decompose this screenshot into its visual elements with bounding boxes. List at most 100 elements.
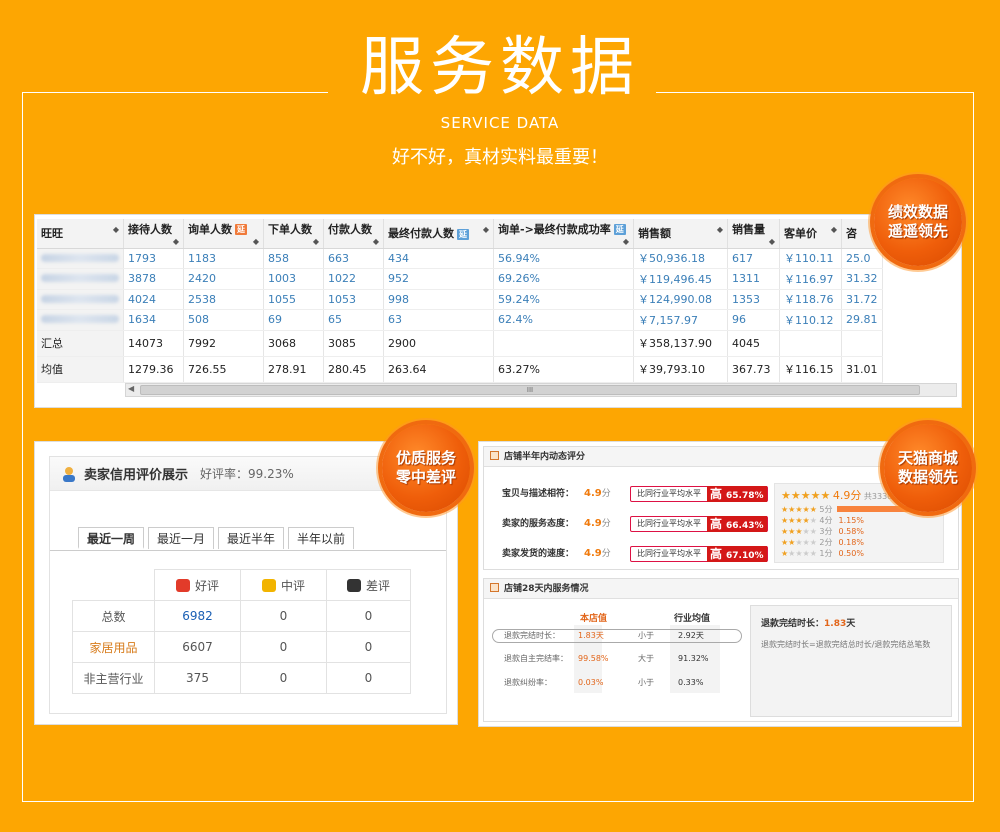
sort-icon[interactable]: ◆	[769, 237, 775, 246]
refund-box-title: 退款完结时长：1.83天	[761, 616, 941, 629]
table-cell: 663	[323, 248, 384, 269]
sort-icon[interactable]: ◆	[253, 237, 259, 246]
service-compare: 小于	[638, 631, 654, 640]
table-cell: 278.91	[263, 356, 324, 383]
table-cell: 7992	[183, 330, 264, 357]
table-cell	[841, 330, 883, 357]
table-cell: 63.27%	[493, 356, 634, 383]
star-score: 4.9分	[833, 489, 862, 502]
high-label: 高	[710, 517, 723, 531]
seal-text-line2: 数据领先	[897, 468, 958, 486]
table-cell: ￥39,793.10	[633, 356, 728, 383]
score-value: 4.9	[584, 488, 602, 499]
seller-icon	[63, 466, 75, 482]
neutral-count: 0	[240, 631, 327, 663]
sort-icon[interactable]: ◆	[483, 225, 489, 234]
table-cell: 62.4%	[493, 309, 634, 331]
table-cell: ￥358,137.90	[633, 330, 728, 357]
sort-icon[interactable]: ◆	[113, 225, 119, 234]
compare-badge: 比同行业平均水平高 65.78%	[630, 486, 768, 502]
sort-icon[interactable]: ◆	[373, 237, 379, 246]
compare-text: 比同行业平均水平	[637, 489, 701, 498]
sort-icon[interactable]: ◆	[831, 225, 837, 234]
tab-last-month[interactable]: 最近一月	[148, 527, 215, 549]
bad-count: 0	[326, 600, 411, 632]
tab-last-week[interactable]: 最近一周	[78, 527, 145, 549]
service-store: 0.03%	[578, 678, 604, 687]
neutral-count: 0	[240, 600, 327, 632]
scrollbar-thumb[interactable]: III	[140, 385, 920, 395]
good-count[interactable]: 6982	[154, 600, 241, 632]
credit-row: 家居用品 6607 0 0	[72, 631, 411, 663]
score-value: 4.9	[584, 518, 602, 529]
rating-score: 4.9分	[584, 518, 611, 529]
service-28-header: 店铺28天内服务情况	[484, 579, 958, 599]
wangwang-cell	[37, 248, 124, 269]
refund-duration-box: 退款完结时长：1.83天 退款完结时长=退款完结总时长/退款完结总笔数	[750, 605, 952, 717]
table-cell: 3068	[263, 330, 324, 357]
sort-icon[interactable]: ◆	[623, 237, 629, 246]
table-cell: 508	[183, 309, 264, 331]
compare-high: 高 67.10%	[707, 546, 767, 562]
row-label: 非主营行业	[72, 662, 155, 694]
bad-count: 0	[326, 662, 411, 694]
column-header[interactable]: 付款人数 ◆	[323, 219, 384, 249]
rating-score: 4.9分	[584, 548, 611, 559]
column-header[interactable]: 旺旺 ◆	[37, 219, 124, 249]
table-cell: 1279.36	[123, 356, 184, 383]
score-unit: 分	[601, 489, 611, 499]
rating-score: 4.9分	[584, 488, 611, 499]
star-line-2: ★★★★★ 2分 0.18%	[781, 538, 864, 547]
sort-icon[interactable]: ◆	[313, 237, 319, 246]
service-data-panel: 旺旺 ◆ 接待人数 ◆ 询单人数延 ◆ 下单人数 ◆ 付款人数 ◆ 最终付款人数延 ◆ 询单->最终付款…	[34, 214, 962, 408]
horizontal-scrollbar[interactable]: ◀ III	[125, 383, 957, 397]
column-label: 最终付款人数	[388, 227, 454, 241]
delay-tag: 延	[235, 224, 247, 236]
column-header[interactable]: 下单人数 ◆	[263, 219, 324, 249]
tab-before-half-year[interactable]: 半年以前	[288, 527, 355, 549]
column-header[interactable]: 最终付款人数延 ◆	[383, 219, 494, 249]
compare-high: 高 65.78%	[707, 486, 767, 502]
table-cell: 69.26%	[493, 268, 634, 290]
redacted-name	[41, 315, 119, 324]
table-cell: ￥116.15	[779, 356, 842, 383]
service-compare: 大于	[638, 654, 654, 663]
table-cell: 952	[383, 268, 494, 290]
table-cell	[779, 330, 842, 357]
column-header[interactable]: 询单人数延 ◆	[183, 219, 264, 249]
wangwang-cell	[37, 309, 124, 331]
col-bad: 差评	[326, 569, 411, 601]
column-header[interactable]: 询单->最终付款成功率延 ◆	[493, 219, 634, 249]
column-header[interactable]: 销售量 ◆	[727, 219, 780, 249]
column-label: 询单人数	[188, 222, 232, 236]
sort-icon[interactable]: ◆	[173, 237, 179, 246]
service-28-title: 店铺28天内服务情况	[504, 584, 589, 594]
column-header[interactable]: 销售额 ◆	[633, 219, 728, 249]
table-cell: 2420	[183, 268, 264, 290]
neutral-rating-icon	[261, 578, 276, 592]
wangwang-cell	[37, 289, 124, 310]
box-unit: 天	[846, 619, 856, 629]
redacted-name	[41, 253, 119, 262]
credit-row: 非主营行业 375 0 0	[72, 662, 411, 694]
delay-tag: 延	[613, 224, 626, 236]
service-store: 1.83天	[578, 631, 604, 640]
column-label: 下单人数	[268, 222, 312, 236]
sort-icon[interactable]: ◆	[717, 225, 723, 234]
high-pct: 66.43%	[726, 521, 764, 531]
compare-text: 比同行业平均水平	[637, 519, 701, 528]
column-header[interactable]: 客单价 ◆	[779, 219, 842, 249]
table-cell: 1055	[263, 289, 324, 310]
scroll-left-icon[interactable]: ◀	[128, 384, 134, 393]
tab-last-half-year[interactable]: 最近半年	[218, 527, 285, 549]
compare-badge: 比同行业平均水平高 67.10%	[630, 546, 768, 562]
box-value: 1.83	[824, 619, 847, 629]
column-header[interactable]: 接待人数 ◆	[123, 219, 184, 249]
table-row: 3878 2420 1003 1022 952 69.26% ￥119,496.45 1311…	[37, 268, 883, 290]
col-good: 好评	[154, 569, 241, 601]
credit-tabs: 最近一周 最近一月 最近半年 半年以前	[78, 527, 358, 549]
score-unit: 分	[601, 519, 611, 529]
star-line-1: ★★★★★ 1分 0.50%	[781, 549, 864, 558]
service-compare: 小于	[638, 678, 654, 687]
row-label[interactable]: 家居用品	[72, 631, 155, 663]
